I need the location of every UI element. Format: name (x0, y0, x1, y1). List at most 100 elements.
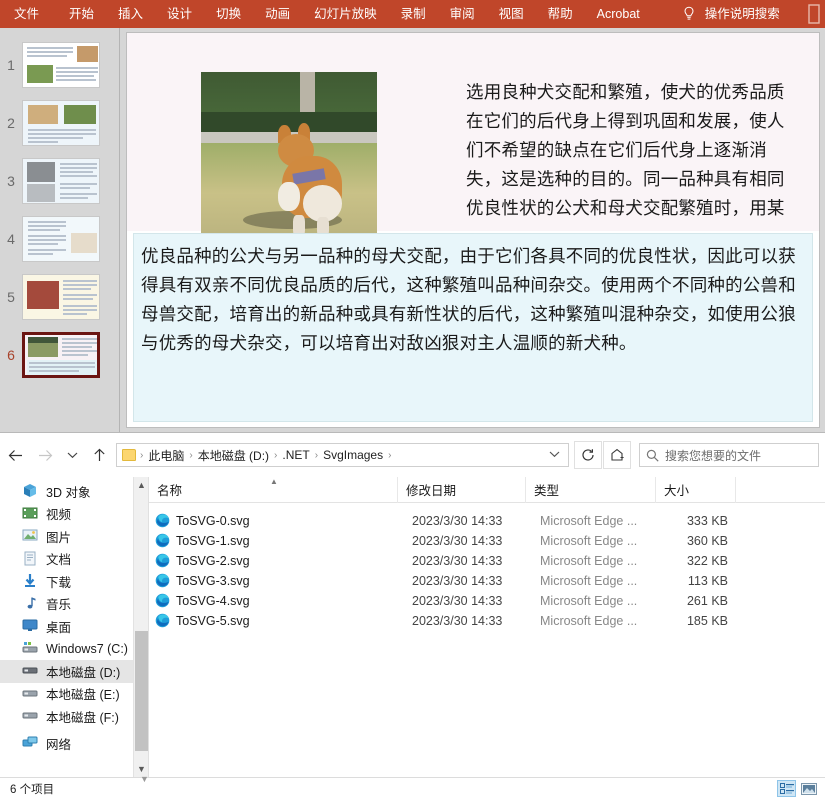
file-type: Microsoft Edge ... (540, 513, 638, 528)
file-type: Microsoft Edge ... (540, 573, 638, 588)
pictures-icon (22, 528, 40, 544)
edge-icon (155, 553, 170, 568)
tree-item-videos[interactable]: 视频 (0, 503, 148, 526)
slide-thumbnail-pane[interactable]: 1 2 3 4 5 6 (0, 28, 120, 432)
arrow-right-icon (38, 449, 52, 461)
tree-item-drive-e[interactable]: 本地磁盘 (E:) (0, 683, 148, 706)
recent-locations-button[interactable] (60, 440, 84, 470)
edge-icon (155, 513, 170, 528)
forward-button[interactable] (30, 440, 60, 470)
breadcrumb-item-drive-d[interactable]: 本地磁盘 (D:) (195, 447, 272, 464)
navigation-tree[interactable]: 3D 对象 视频 图片 文档 下载 音乐 桌面 Windows7 (C:) 本地… (0, 477, 148, 777)
slide-lower-text: 优良品种的公犬与另一品种的母犬交配，由于它们各具不同的优良性状，因此可以获得具有… (141, 247, 796, 354)
slide-thumbnail-preview (22, 158, 100, 204)
file-name: ToSVG-5.svg (176, 613, 250, 628)
tree-item-drive-d[interactable]: 本地磁盘 (D:) (0, 660, 148, 683)
ribbon-overflow-icon[interactable] (807, 4, 821, 29)
table-row[interactable]: ToSVG-2.svg 2023/3/30 14:33 Microsoft Ed… (149, 551, 825, 571)
slide-canvas[interactable]: 选用良种犬交配和繁殖，使犬的优秀品质在它们的后代身上得到巩固和发展，使人们不希望… (126, 32, 820, 428)
col-date[interactable]: 修改日期 (398, 476, 526, 503)
breadcrumb-item-dotnet[interactable]: .NET (279, 448, 312, 462)
tree-item-drive-f[interactable]: 本地磁盘 (F:) (0, 705, 148, 728)
refresh-button[interactable] (574, 441, 602, 469)
tree-scrollbar[interactable]: ▲ ▼ (133, 477, 148, 777)
tree-item-label: 视频 (46, 508, 72, 523)
tab-transitions[interactable]: 切换 (216, 0, 241, 28)
table-row[interactable]: ToSVG-1.svg 2023/3/30 14:33 Microsoft Ed… (149, 531, 825, 551)
scrollbar-thumb[interactable] (135, 631, 148, 751)
tab-insert[interactable]: 插入 (118, 0, 143, 28)
tell-me-search[interactable]: 操作说明搜索 (682, 0, 780, 28)
tab-design[interactable]: 设计 (167, 0, 192, 28)
item-count-label: 6 个项目 (10, 783, 55, 796)
corgi-photo[interactable] (201, 72, 377, 255)
tab-view[interactable]: 视图 (499, 0, 524, 28)
tree-item-desktop[interactable]: 桌面 (0, 615, 148, 638)
table-row[interactable]: ToSVG-3.svg 2023/3/30 14:33 Microsoft Ed… (149, 571, 825, 591)
tab-acrobat[interactable]: Acrobat (597, 0, 640, 28)
desktop-icon (22, 618, 40, 634)
slide-thumbnail-5[interactable]: 5 (0, 268, 120, 326)
breadcrumb[interactable]: › 此电脑 › 本地磁盘 (D:) › .NET › SvgImages › (116, 443, 569, 467)
refresh-icon (582, 449, 594, 461)
scroll-indicator-icon: ▼ (140, 774, 149, 784)
breadcrumb-separator: › (189, 449, 193, 461)
col-size[interactable]: 大小 (656, 476, 736, 503)
file-explorer-window: › 此电脑 › 本地磁盘 (D:) › .NET › SvgImages › 搜… (0, 432, 825, 798)
tab-record[interactable]: 录制 (401, 0, 426, 28)
table-row[interactable]: ToSVG-4.svg 2023/3/30 14:33 Microsoft Ed… (149, 591, 825, 611)
tree-item-documents[interactable]: 文档 (0, 548, 148, 571)
tab-slideshow[interactable]: 幻灯片放映 (314, 0, 377, 28)
breadcrumb-dropdown-icon[interactable] (549, 450, 564, 461)
file-name: ToSVG-3.svg (176, 573, 250, 588)
slide-number: 3 (7, 173, 15, 189)
breadcrumb-item-this-pc[interactable]: 此电脑 (145, 447, 187, 464)
tree-item-music[interactable]: 音乐 (0, 593, 148, 616)
drive-icon (22, 708, 40, 724)
slide-lower-textbox[interactable]: 优良品种的公犬与另一品种的母犬交配，由于它们各具不同的优良性状，因此可以获得具有… (133, 233, 813, 422)
col-name[interactable]: 名称 ▲ (149, 476, 398, 503)
tab-review[interactable]: 审阅 (450, 0, 475, 28)
search-box[interactable]: 搜索您想要的文件 (639, 443, 819, 467)
table-row[interactable]: ToSVG-0.svg 2023/3/30 14:33 Microsoft Ed… (149, 511, 825, 531)
slide-thumbnail-2[interactable]: 2 (0, 94, 120, 152)
tab-file[interactable]: 文件 (14, 0, 39, 28)
slide-thumbnail-4[interactable]: 4 (0, 210, 120, 268)
tree-item-network[interactable]: 网络 (0, 733, 148, 756)
slide-number: 2 (7, 115, 15, 131)
breadcrumb-item-svgimages[interactable]: SvgImages (320, 448, 386, 462)
tree-item-downloads[interactable]: 下载 (0, 570, 148, 593)
add-favorite-button[interactable] (603, 441, 631, 469)
file-date: 2023/3/30 14:33 (412, 513, 503, 528)
tab-home[interactable]: 开始 (69, 0, 94, 28)
slide-thumbnail-6[interactable]: 6 (0, 326, 120, 384)
lightbulb-icon (684, 6, 694, 20)
file-list[interactable]: 名称 ▲ 修改日期 类型 大小 ToSVG-0.svg 2023/3/30 14… (149, 476, 825, 777)
slide-upper-text[interactable]: 选用良种犬交配和繁殖，使犬的优秀品质在它们的后代身上得到巩固和发展，使人们不希望… (466, 79, 798, 253)
scroll-up-icon[interactable]: ▲ (134, 477, 148, 493)
tree-item-pictures[interactable]: 图片 (0, 525, 148, 548)
tree-item-label: 网络 (46, 738, 72, 753)
tab-help[interactable]: 帮助 (548, 0, 573, 28)
slide-thumbnail-1[interactable]: 1 (0, 36, 120, 94)
breadcrumb-separator: › (314, 449, 319, 461)
breadcrumb-separator: › (274, 449, 278, 461)
powerpoint-ribbon: 文件 开始 插入 设计 切换 动画 幻灯片放映 录制 审阅 视图 帮助 Acro… (0, 0, 825, 28)
col-type[interactable]: 类型 (526, 476, 656, 503)
search-input[interactable]: 搜索您想要的文件 (665, 447, 761, 464)
screen: 文件 开始 插入 设计 切换 动画 幻灯片放映 录制 审阅 视图 帮助 Acro… (0, 0, 825, 798)
arrow-up-icon (93, 448, 105, 461)
table-row[interactable]: ToSVG-5.svg 2023/3/30 14:33 Microsoft Ed… (149, 611, 825, 631)
large-icons-view-button[interactable] (799, 780, 818, 797)
tree-item-label: 下载 (46, 575, 72, 590)
up-button[interactable] (84, 440, 114, 470)
tree-item-label: 桌面 (46, 620, 72, 635)
details-view-button[interactable] (777, 780, 796, 797)
slide-thumbnail-3[interactable]: 3 (0, 152, 120, 210)
tree-item-3d-objects[interactable]: 3D 对象 (0, 480, 148, 503)
tab-animations[interactable]: 动画 (265, 0, 290, 28)
edge-icon (155, 573, 170, 588)
tree-item-label: 音乐 (46, 598, 72, 613)
back-button[interactable] (0, 440, 30, 470)
tree-item-windows7-c[interactable]: Windows7 (C:) (0, 638, 148, 661)
